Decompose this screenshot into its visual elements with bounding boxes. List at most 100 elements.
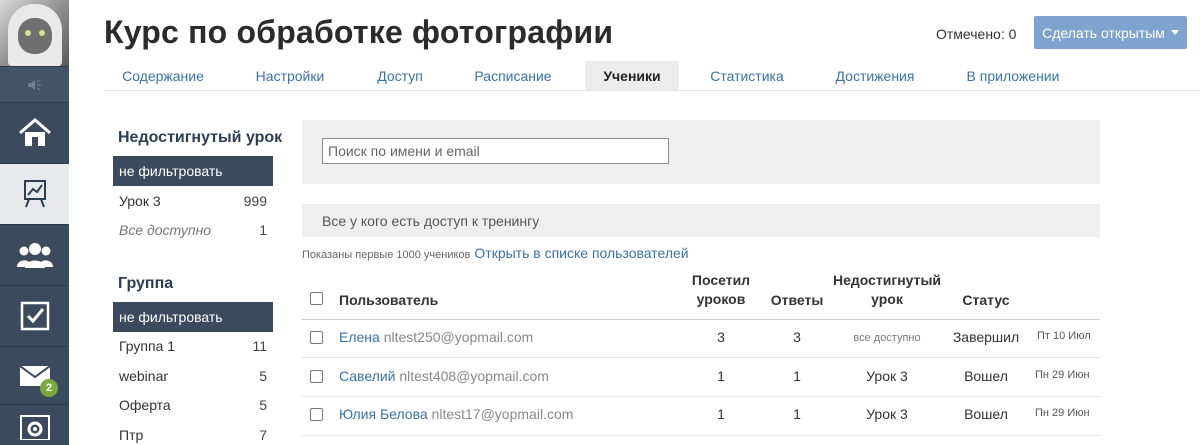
- tab-bar: Содержание Настройки Доступ Расписание У…: [104, 61, 1200, 91]
- filter-count: 5: [259, 368, 267, 384]
- answers-count: 3: [793, 329, 801, 345]
- visited-count: 1: [717, 406, 725, 422]
- unreached-lesson: Урок 3: [866, 406, 908, 422]
- lesson-filter-title: Недостигнутый урок: [118, 129, 283, 146]
- tab-contents[interactable]: Содержание: [104, 61, 222, 90]
- status-date: Пн 29 Июн: [1035, 407, 1090, 419]
- group-filter-item[interactable]: webinar 5: [113, 361, 273, 391]
- column-lesson-line2: урок: [871, 291, 903, 307]
- answers-count: 1: [793, 406, 801, 422]
- lesson-filter-item[interactable]: Все доступно 1: [113, 215, 273, 245]
- sidebar-users[interactable]: [0, 224, 69, 285]
- caret-down-icon: [1170, 30, 1179, 35]
- search-input[interactable]: [322, 138, 669, 164]
- filter-label: не фильтровать: [119, 309, 223, 325]
- status-date: Пн 29 Июн: [1035, 369, 1090, 381]
- select-all-checkbox[interactable]: [310, 292, 323, 305]
- group-filter-item[interactable]: Птр 7: [113, 420, 273, 445]
- avatar-face: [18, 18, 52, 54]
- visited-count: 3: [717, 329, 725, 345]
- filter-count: 11: [252, 338, 267, 354]
- tab-in-app[interactable]: В приложении: [950, 61, 1076, 90]
- user-email: nltest250@yopmail.com: [383, 329, 534, 345]
- table-row-user[interactable]: Савелий nltest408@yopmail.com: [339, 368, 549, 384]
- filter-count: 999: [243, 193, 267, 209]
- avatar-eye: [25, 30, 31, 36]
- make-open-button[interactable]: Сделать открытым: [1034, 16, 1187, 49]
- tab-access[interactable]: Доступ: [360, 61, 440, 90]
- sidebar-settings[interactable]: [0, 404, 69, 445]
- user-name-link[interactable]: Елена: [339, 329, 380, 345]
- app-sidebar: 2: [0, 0, 69, 445]
- filter-label: Оферта: [119, 397, 171, 413]
- unreached-lesson: все доступно: [853, 332, 921, 344]
- lesson-filter-none[interactable]: не фильтровать: [113, 156, 273, 186]
- status-text: Вошел: [964, 406, 1008, 422]
- mail-badge: 2: [40, 379, 58, 397]
- chart-icon: [23, 180, 46, 208]
- column-unreached-lesson[interactable]: Недостигнутый урок: [832, 271, 942, 309]
- access-filter-bar[interactable]: Все у кого есть доступ к тренингу: [302, 204, 1100, 237]
- avatar[interactable]: [0, 0, 69, 66]
- row-checkbox[interactable]: [310, 331, 323, 344]
- column-status[interactable]: Статус: [952, 291, 1020, 310]
- shown-text: Показаны первые 1000 учеников: [302, 249, 471, 261]
- status-text: Вошел: [964, 368, 1008, 384]
- unreached-lesson: Урок 3: [866, 368, 908, 384]
- sidebar-home[interactable]: [0, 102, 69, 163]
- page-title: Курс по обработке фотографии: [104, 14, 614, 50]
- user-name-link[interactable]: Юлия Белова: [339, 406, 428, 422]
- search-panel: [302, 120, 1100, 184]
- group-filter-title: Группа: [118, 275, 174, 292]
- filter-label: Группа 1: [119, 338, 176, 354]
- tab-settings[interactable]: Настройки: [239, 61, 341, 90]
- row-divider: [302, 357, 1100, 358]
- status-text: Завершил: [952, 329, 1020, 345]
- tasks-icon: [20, 301, 49, 331]
- avatar-eye: [39, 30, 45, 36]
- status-date: Пт 10 Июл: [1037, 330, 1091, 342]
- lesson-filter-item[interactable]: Урок 3 999: [113, 186, 273, 216]
- column-visited-line1: Посетил: [691, 272, 751, 288]
- row-divider: [302, 396, 1100, 397]
- filter-label: webinar: [119, 368, 169, 384]
- make-open-label: Сделать открытым: [1042, 24, 1165, 41]
- group-filter-item[interactable]: Группа 1 11: [113, 331, 273, 361]
- table-row-user[interactable]: Юлия Белова nltest17@yopmail.com: [339, 406, 573, 422]
- home-icon: [18, 118, 51, 146]
- settings-icon: [19, 415, 50, 440]
- column-visited-line2: уроков: [696, 291, 746, 307]
- table-header-divider: [302, 319, 1100, 320]
- filter-label: не фильтровать: [119, 163, 223, 179]
- filter-count: 5: [259, 397, 267, 413]
- column-user[interactable]: Пользователь: [339, 291, 438, 310]
- filter-label: Все доступно: [119, 222, 212, 238]
- marked-count: Отмечено: 0: [936, 26, 1017, 42]
- row-checkbox[interactable]: [310, 370, 323, 383]
- tab-statistics[interactable]: Статистика: [696, 61, 798, 90]
- shown-info: Показаны первые 1000 учеников Открыть в …: [302, 245, 689, 261]
- filter-label: Урок 3: [119, 193, 161, 209]
- table-row-user[interactable]: Елена nltest250@yopmail.com: [339, 329, 533, 345]
- user-email: nltest408@yopmail.com: [399, 368, 549, 384]
- sidebar-statistics[interactable]: [0, 163, 69, 224]
- group-filter-none[interactable]: не фильтровать: [113, 302, 273, 332]
- sidebar-tasks[interactable]: [0, 285, 69, 346]
- tab-schedule[interactable]: Расписание: [460, 61, 566, 90]
- user-name-link[interactable]: Савелий: [339, 368, 395, 384]
- tab-achievements[interactable]: Достижения: [820, 61, 930, 90]
- filter-count: 1: [259, 222, 267, 238]
- filter-label: Птр: [119, 427, 144, 443]
- sidebar-speaker[interactable]: [0, 66, 69, 102]
- users-icon: [16, 243, 53, 268]
- row-checkbox[interactable]: [310, 408, 323, 421]
- column-visited[interactable]: Посетил уроков: [688, 271, 754, 309]
- group-filter-item[interactable]: Оферта 5: [113, 390, 273, 420]
- sidebar-mail[interactable]: 2: [0, 346, 69, 404]
- tab-students[interactable]: Ученики: [585, 61, 679, 90]
- column-answers[interactable]: Ответы: [766, 291, 828, 310]
- speaker-icon: [27, 79, 41, 90]
- row-divider: [302, 435, 1100, 436]
- column-lesson-line1: Недостигнутый: [832, 272, 942, 288]
- open-in-user-list-link[interactable]: Открыть в списке пользователей: [474, 245, 688, 261]
